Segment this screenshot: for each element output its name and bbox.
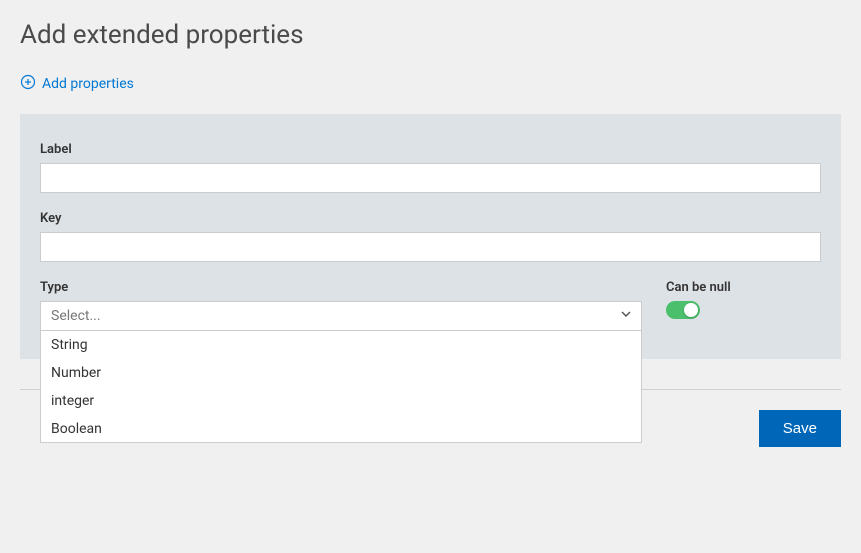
add-properties-label: Add properties: [42, 76, 134, 92]
null-field-label: Can be null: [666, 280, 731, 295]
key-field-group: Key: [40, 211, 821, 262]
add-properties-link[interactable]: Add properties: [20, 74, 134, 94]
type-option[interactable]: Boolean: [41, 415, 641, 443]
label-field-label: Label: [40, 142, 821, 157]
type-select[interactable]: Select...: [40, 301, 642, 331]
chevron-down-icon: [619, 307, 633, 325]
type-option[interactable]: Number: [41, 359, 641, 387]
save-button[interactable]: Save: [759, 410, 841, 447]
type-option[interactable]: integer: [41, 387, 641, 415]
page-title: Add extended properties: [20, 20, 841, 50]
type-select-placeholder: Select...: [51, 308, 101, 324]
type-dropdown-list[interactable]: String Number integer Boolean: [40, 331, 642, 443]
label-field-group: Label: [40, 142, 821, 193]
property-card: Label Key Type Select... String Number i…: [20, 114, 841, 359]
type-option[interactable]: String: [41, 331, 641, 359]
type-field-label: Type: [40, 280, 642, 295]
plus-circle-icon: [20, 74, 36, 94]
key-input[interactable]: [40, 232, 821, 262]
key-field-label: Key: [40, 211, 821, 226]
can-be-null-toggle[interactable]: [666, 301, 700, 319]
label-input[interactable]: [40, 163, 821, 193]
toggle-knob: [684, 303, 698, 317]
null-field-group: Can be null: [666, 280, 731, 319]
type-field-group: Type Select... String Number integer Boo…: [40, 280, 642, 331]
